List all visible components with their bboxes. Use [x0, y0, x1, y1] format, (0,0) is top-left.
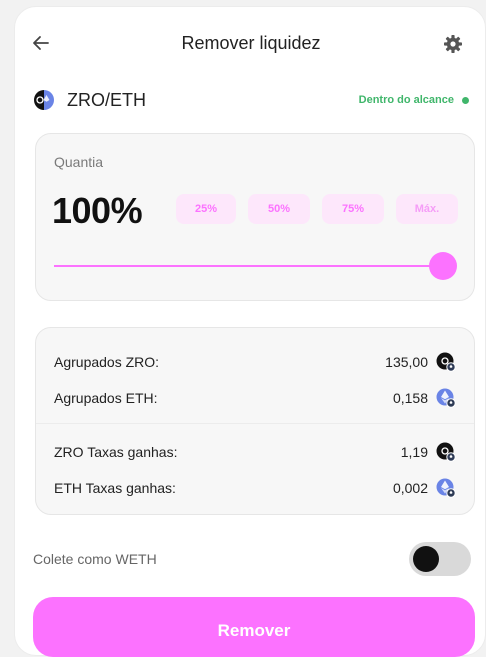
- zro-token-icon: [436, 442, 456, 462]
- pair-row: ZRO/ETH Dentro do alcance: [33, 87, 469, 113]
- preset-max-button[interactable]: Máx.: [396, 194, 458, 224]
- detail-row-zro-fees: ZRO Taxas ganhas: 1,19: [54, 440, 456, 464]
- amount-label: Quantia: [54, 154, 104, 170]
- gear-icon: [444, 35, 462, 53]
- detail-value: 1,19: [400, 444, 428, 460]
- detail-label: ETH Taxas ganhas:: [54, 480, 176, 496]
- settings-button[interactable]: [441, 32, 465, 56]
- detail-value: 135,00: [385, 354, 428, 370]
- pair-label: ZRO/ETH: [67, 89, 146, 110]
- range-status-badge: Dentro do alcance: [359, 94, 469, 106]
- page-title: Remover liquidez: [181, 33, 321, 53]
- detail-label: Agrupados ZRO:: [54, 354, 160, 370]
- detail-label: Agrupados ETH:: [54, 390, 158, 406]
- zro-token-icon: [436, 352, 456, 372]
- preset-50-button[interactable]: 50%: [248, 194, 310, 224]
- percent-value: 100%: [52, 190, 143, 231]
- collect-as-weth-toggle[interactable]: [409, 542, 471, 576]
- detail-value: 0,158: [392, 390, 428, 406]
- detail-row-pooled-eth: Agrupados ETH: 0,158: [54, 386, 456, 410]
- amount-card: Quantia 100% 25% 50% 75% Máx.: [35, 133, 475, 301]
- modal-header: Remover liquidez: [15, 7, 486, 79]
- toggle-knob: [413, 546, 439, 572]
- detail-row-pooled-zro: Agrupados ZRO: 135,00: [54, 350, 456, 374]
- detail-label: ZRO Taxas ganhas:: [54, 444, 178, 460]
- preset-75-button[interactable]: 75%: [322, 194, 384, 224]
- collect-as-weth-label: Colete como WETH: [33, 551, 157, 567]
- status-dot-icon: [462, 96, 469, 104]
- remove-liquidity-modal: Remover liquidez ZRO/ETH Dentro do alcan…: [14, 6, 486, 657]
- detail-value: 0,002: [392, 480, 428, 496]
- eth-token-icon: [436, 388, 456, 408]
- details-card: Agrupados ZRO: 135,00 Agrupados ETH: 0,1…: [35, 327, 475, 515]
- details-divider: [36, 423, 474, 424]
- collect-as-weth-row: Colete como WETH: [33, 541, 471, 577]
- amount-slider-thumb[interactable]: [429, 252, 457, 280]
- pair-token-icon: [34, 90, 54, 110]
- range-status-text: Dentro do alcance: [358, 94, 454, 106]
- amount-slider-track[interactable]: [54, 265, 444, 267]
- detail-row-eth-fees: ETH Taxas ganhas: 0,002: [54, 476, 456, 500]
- remove-button[interactable]: Remover: [33, 597, 475, 657]
- eth-token-icon: [436, 478, 456, 498]
- preset-25-button[interactable]: 25%: [176, 194, 236, 224]
